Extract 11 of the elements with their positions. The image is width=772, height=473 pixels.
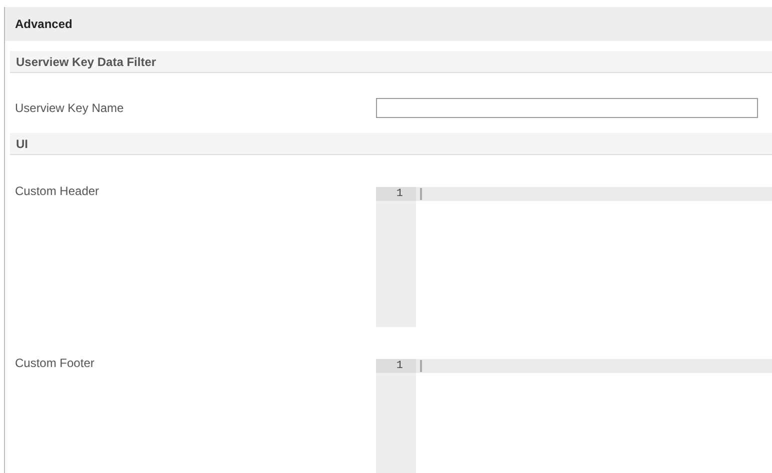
section-title: UI xyxy=(16,136,28,152)
text-cursor xyxy=(420,188,422,200)
text-cursor xyxy=(420,360,422,372)
field-label: Userview Key Name xyxy=(14,100,125,117)
line-number: 1 xyxy=(376,359,416,373)
section-title: Userview Key Data Filter xyxy=(16,54,156,70)
line-number: 1 xyxy=(376,187,416,201)
text-input[interactable] xyxy=(376,98,758,118)
field-label: Custom Header xyxy=(14,183,100,200)
panel-title: Advanced xyxy=(15,16,72,33)
field-label: Custom Footer xyxy=(14,355,96,372)
